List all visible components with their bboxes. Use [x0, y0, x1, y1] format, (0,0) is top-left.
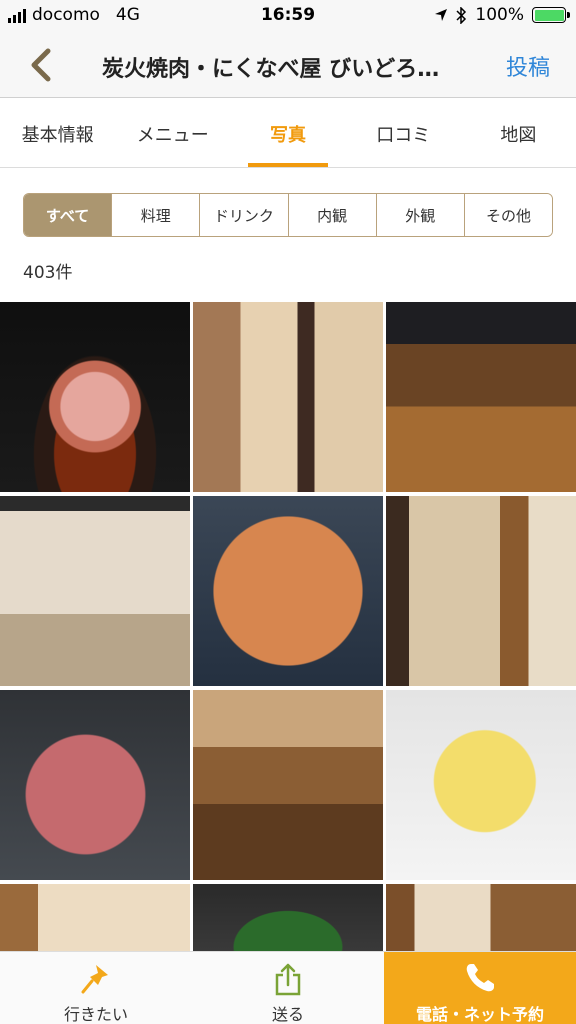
tab-reviews[interactable]: 口コミ: [346, 98, 461, 167]
photo-wagyu[interactable]: [0, 690, 190, 880]
photo-storefront[interactable]: [0, 496, 190, 686]
filter-other[interactable]: その他: [463, 194, 552, 236]
page-title: 炭火焼肉・にくなべ屋 びいどろ…: [102, 57, 440, 82]
photo-entrance-stairs[interactable]: [193, 302, 383, 492]
status-bar: docomo 4G 16:59 100%: [0, 0, 576, 32]
tab-bar: 基本情報 メニュー 写真 口コミ 地図: [0, 98, 576, 168]
photo-salad-partial[interactable]: [193, 884, 383, 954]
tab-photos[interactable]: 写真: [230, 98, 345, 167]
tab-map[interactable]: 地図: [461, 98, 576, 167]
photo-count: 403件: [23, 263, 73, 283]
battery-percent: 100%: [475, 5, 524, 25]
photo-room-partial[interactable]: [0, 884, 190, 954]
bottom-action-bar: 行きたい 送る 電話・ネット予約: [0, 951, 576, 1024]
bluetooth-icon: [456, 6, 467, 24]
photo-butter[interactable]: [386, 690, 576, 880]
send-button[interactable]: 送る: [192, 952, 384, 1024]
pin-icon: [81, 965, 108, 994]
photo-category-filter: すべて 料理 ドリンク 内観 外観 その他: [23, 193, 553, 237]
send-label: 送る: [271, 1005, 304, 1024]
want-to-go-label: 行きたい: [63, 1005, 128, 1024]
navigation-bar: 炭火焼肉・にくなべ屋 びいどろ… 投稿: [0, 32, 576, 98]
photo-pancake[interactable]: [193, 496, 383, 686]
tab-menu[interactable]: メニュー: [115, 98, 230, 167]
photo-private-room[interactable]: [386, 496, 576, 686]
filter-food[interactable]: 料理: [111, 194, 200, 236]
chevron-left-icon[interactable]: [26, 48, 56, 82]
photo-hall-partial[interactable]: [386, 884, 576, 954]
location-arrow-icon: [435, 9, 448, 21]
phone-icon: [466, 964, 494, 992]
filter-exterior[interactable]: 外観: [375, 194, 464, 236]
reserve-label: 電話・ネット予約: [415, 1005, 544, 1024]
share-icon: [275, 963, 301, 996]
photo-dining-room[interactable]: [193, 690, 383, 880]
photo-nabe[interactable]: [0, 302, 190, 492]
filter-interior[interactable]: 内観: [287, 194, 376, 236]
photo-grid: [0, 302, 576, 954]
tab-basic-info[interactable]: 基本情報: [0, 98, 115, 167]
reserve-button[interactable]: 電話・ネット予約: [384, 952, 576, 1024]
battery-icon: [532, 7, 570, 23]
filter-all[interactable]: すべて: [24, 194, 112, 236]
photo-grill-table[interactable]: [386, 302, 576, 492]
want-to-go-button[interactable]: 行きたい: [0, 952, 192, 1024]
post-button[interactable]: 投稿: [506, 50, 550, 82]
filter-drink[interactable]: ドリンク: [199, 194, 288, 236]
